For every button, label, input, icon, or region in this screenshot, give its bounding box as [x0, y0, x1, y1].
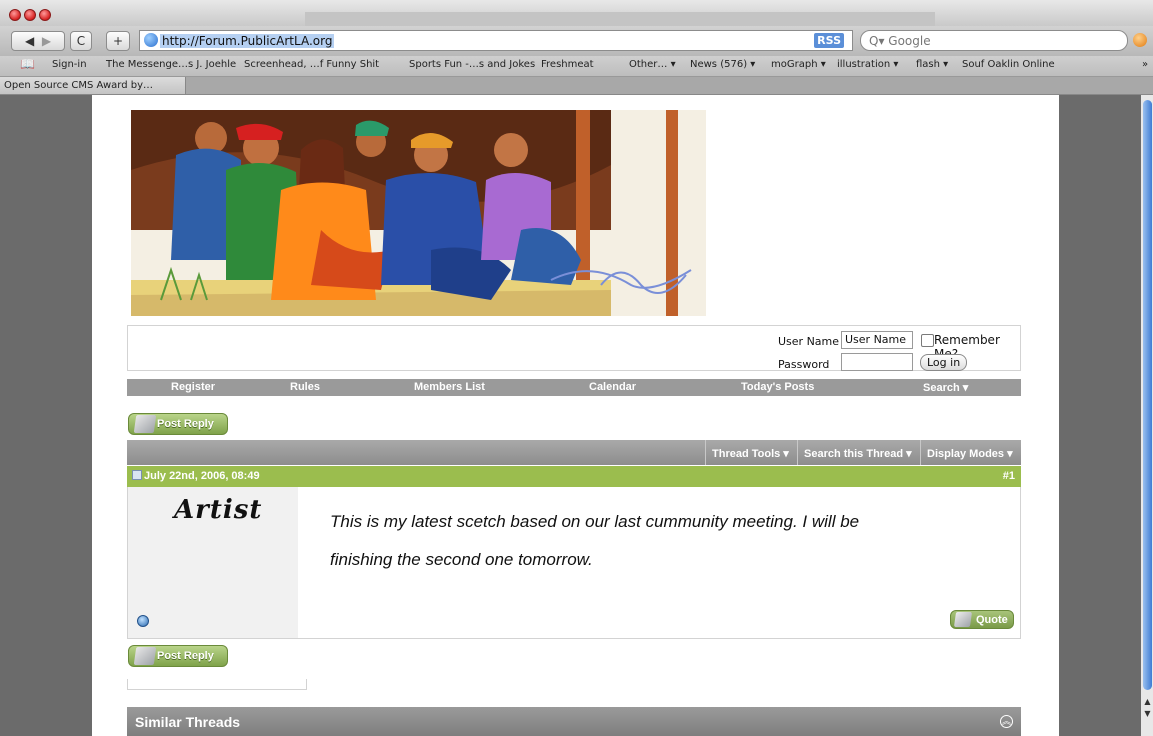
post-reply-button[interactable]: Post Reply	[128, 413, 228, 435]
nav-rules[interactable]: Rules	[290, 381, 320, 393]
post-reply-button-bottom[interactable]: Post Reply	[128, 645, 228, 667]
search-go-icon[interactable]	[1133, 33, 1147, 47]
bookmark-item[interactable]: flash ▾	[916, 59, 948, 70]
reply-pencil-icon	[133, 647, 157, 665]
scrollbar-thumb[interactable]	[1143, 100, 1152, 690]
zoom-window-button[interactable]	[39, 9, 51, 21]
forum-banner-image	[131, 110, 706, 316]
thread-tools-bar: Thread Tools ▾ Search this Thread ▾ Disp…	[127, 440, 1021, 465]
post-date: July 22nd, 2006, 08:49	[132, 470, 260, 482]
collapse-icon[interactable]: ︽	[1000, 715, 1013, 728]
mural-sketch-image	[131, 110, 706, 316]
bookmark-item[interactable]: Sports Fun -…s and Jokes	[409, 59, 535, 70]
nav-todays-posts[interactable]: Today's Posts	[741, 381, 814, 393]
bookmarks-book-icon[interactable]: 📖	[20, 57, 35, 71]
login-panel: User Name User Name Remember Me? Passwor…	[127, 325, 1021, 371]
forum-navbar: Register Rules Members List Calendar Tod…	[127, 379, 1021, 396]
tab-bar: Open Source CMS Award by…	[0, 77, 1153, 95]
post-header: July 22nd, 2006, 08:49 #1	[127, 466, 1021, 487]
add-bookmark-button[interactable]: +	[106, 31, 130, 51]
address-text[interactable]: http://Forum.PublicArtLA.org	[160, 34, 335, 48]
password-label: Password	[778, 358, 830, 371]
display-modes-menu[interactable]: Display Modes ▾	[920, 440, 1019, 465]
bookmark-item[interactable]: Sign-in	[52, 59, 87, 70]
window-title	[305, 12, 935, 26]
post-body: Artist This is my latest scetch based on…	[127, 487, 1021, 639]
forward-arrow-icon: ▶	[41, 34, 52, 48]
search-thread-menu[interactable]: Search this Thread ▾	[797, 440, 918, 465]
bookmarks-overflow-icon[interactable]: »	[1142, 59, 1148, 70]
bookmark-item[interactable]: moGraph ▾	[771, 59, 826, 70]
minimize-window-button[interactable]	[24, 9, 36, 21]
bookmark-item[interactable]: Souf Oaklin Online	[962, 59, 1055, 70]
nav-members-list[interactable]: Members List	[414, 381, 485, 393]
username-label: User Name	[778, 335, 840, 348]
forum-page: User Name User Name Remember Me? Passwor…	[92, 95, 1059, 736]
address-bar[interactable]: http://Forum.PublicArtLA.org RSS	[139, 30, 853, 51]
bookmark-item[interactable]: Screenhead, …f Funny Shit	[244, 59, 379, 70]
search-input[interactable]: Q▾ Google	[860, 30, 1128, 51]
scroll-arrows[interactable]: ▲ ▼	[1142, 696, 1153, 726]
reload-button[interactable]: C	[70, 31, 92, 51]
scroll-down-icon[interactable]: ▼	[1142, 708, 1153, 720]
post-message: This is my latest scetch based on our la…	[330, 503, 970, 579]
similar-threads-title: Similar Threads	[135, 714, 241, 730]
plus-icon: +	[112, 34, 124, 48]
remember-me-checkbox[interactable]	[921, 334, 934, 347]
bookmark-item[interactable]: illustration ▾	[837, 59, 898, 70]
rss-button[interactable]: RSS	[814, 33, 844, 48]
post-date-text: July 22nd, 2006, 08:49	[144, 470, 260, 482]
post-status-icon	[132, 470, 142, 480]
nav-calendar[interactable]: Calendar	[589, 381, 636, 393]
bookmark-item[interactable]: Other… ▾	[629, 59, 676, 70]
search-placeholder: Q▾ Google	[869, 34, 931, 48]
quote-label: Quote	[976, 614, 1008, 626]
post-reply-label: Post Reply	[157, 418, 214, 430]
password-input[interactable]	[841, 353, 913, 371]
login-button[interactable]: Log in	[920, 354, 968, 371]
user-offline-status-icon	[137, 615, 149, 627]
thread-tools-menu[interactable]: Thread Tools ▾	[705, 440, 795, 465]
back-forward-button[interactable]: ◀ ▶	[11, 31, 65, 51]
post-author-panel: Artist	[128, 487, 298, 638]
quote-button[interactable]: Quote	[950, 610, 1014, 629]
quote-pencil-icon	[953, 612, 973, 627]
reload-icon: C	[76, 34, 86, 48]
browser-toolbar: ◀ ▶ C + http://Forum.PublicArtLA.org RSS…	[0, 26, 1153, 56]
post-reply-label: Post Reply	[157, 650, 214, 662]
post-message-line: This is my latest scetch based on our la…	[330, 512, 860, 531]
post-message-line: finishing the second one tomorrow.	[330, 550, 593, 569]
back-arrow-icon: ◀	[24, 34, 35, 48]
username-input[interactable]: User Name	[841, 331, 913, 349]
post-number-link[interactable]: #1	[1003, 470, 1015, 482]
post-author-username[interactable]: Artist	[174, 495, 262, 525]
close-window-button[interactable]	[9, 9, 21, 21]
bookmark-item[interactable]: News (576) ▾	[690, 59, 755, 70]
reply-pencil-icon	[133, 415, 157, 433]
globe-icon	[144, 33, 158, 47]
empty-panel	[127, 679, 307, 690]
nav-search[interactable]: Search ▾	[923, 381, 968, 394]
nav-register[interactable]: Register	[171, 381, 215, 393]
bookmarks-bar: 📖 Sign-in The Messenge…s J. Joehle Scree…	[0, 56, 1153, 77]
tab-active[interactable]: Open Source CMS Award by…	[0, 77, 186, 94]
scroll-up-icon[interactable]: ▲	[1142, 696, 1153, 708]
bookmark-item[interactable]: The Messenge…s J. Joehle	[106, 59, 236, 70]
window-titlebar	[0, 0, 1153, 26]
bookmark-item[interactable]: Freshmeat	[541, 59, 594, 70]
similar-threads-header: Similar Threads ︽	[127, 707, 1021, 736]
